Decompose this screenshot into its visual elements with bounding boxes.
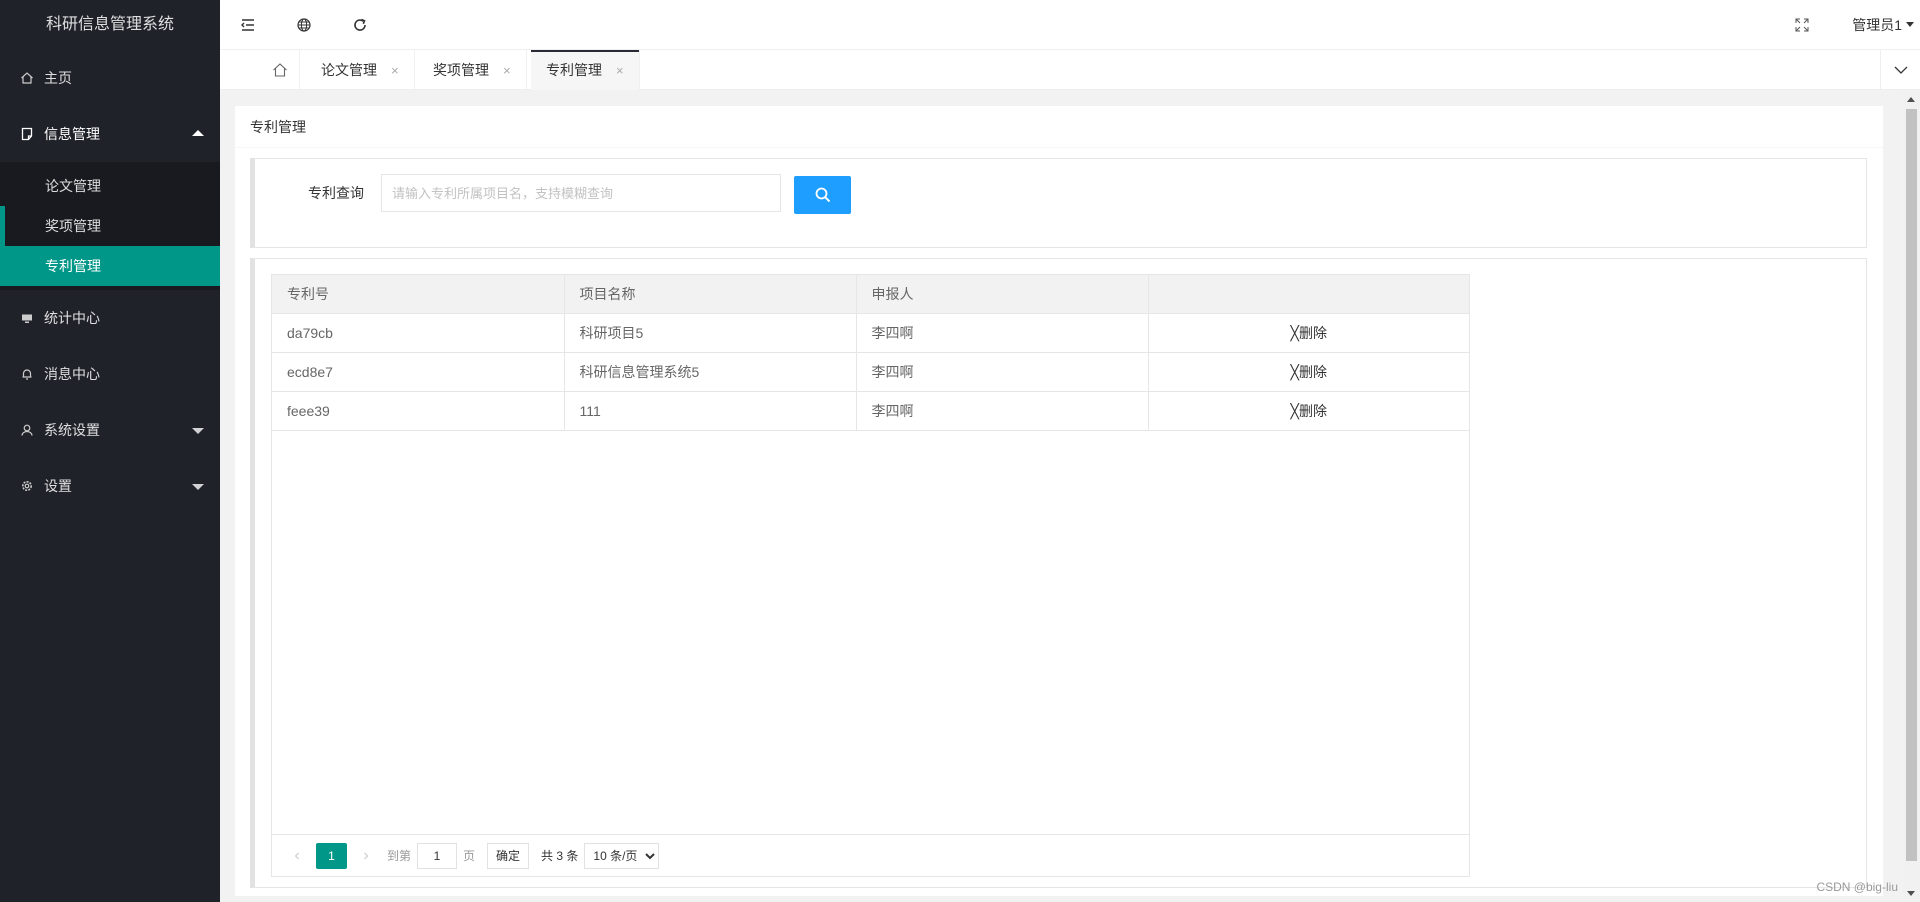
close-icon[interactable]: ×	[616, 63, 624, 78]
menu-toggle-button[interactable]	[220, 0, 276, 50]
fullscreen-button[interactable]	[1774, 0, 1830, 50]
tab-label: 专利管理	[546, 62, 602, 78]
delete-button[interactable]: ╳删除	[1291, 325, 1327, 341]
vertical-scrollbar[interactable]	[1903, 91, 1920, 902]
page-size-select[interactable]: 10 条/页	[584, 842, 660, 869]
scroll-thumb[interactable]	[1906, 109, 1917, 861]
page-number-current[interactable]: 1	[316, 842, 347, 869]
sidebar-item-label: 系统设置	[44, 422, 100, 438]
main-content: 专利管理 专利查询 专利号 项目名称 申报人	[220, 91, 1920, 902]
patent-card: 专利管理 专利查询 专利号 项目名称 申报人	[235, 106, 1883, 896]
cell-actions: ╳删除	[1148, 352, 1469, 392]
table-panel: 专利号 项目名称 申报人 da79cb 科研项目5 李四啊 ╳删除 ecd8e7…	[250, 258, 1867, 888]
sidebar-item-label: 消息中心	[44, 366, 100, 382]
monitor-icon	[20, 311, 34, 325]
goto-prefix: 到第	[387, 849, 412, 863]
user-menu[interactable]: 管理员1	[1852, 0, 1916, 50]
sidebar-item-label: 设置	[44, 478, 72, 494]
pagination: ‹ 1 › 到第 页 确定 共 3 条 10 条/页	[272, 834, 1469, 876]
tab-label: 论文管理	[321, 62, 377, 78]
caret-down-icon	[192, 428, 204, 434]
fullscreen-icon	[1795, 18, 1809, 32]
scroll-up-arrow[interactable]	[1907, 97, 1915, 102]
gear-icon	[20, 479, 34, 493]
cell-applicant: 李四啊	[856, 352, 1149, 392]
patent-table: 专利号 项目名称 申报人 da79cb 科研项目5 李四啊 ╳删除 ecd8e7…	[271, 274, 1470, 877]
sidebar-item-papers[interactable]: 论文管理	[0, 166, 220, 206]
user-icon	[20, 423, 34, 437]
tab-awards[interactable]: 奖项管理 ×	[418, 50, 527, 90]
cell-applicant: 李四啊	[856, 313, 1149, 353]
cell-project-name: 科研项目5	[564, 313, 857, 353]
sidebar-item-settings[interactable]: 设置	[0, 458, 220, 514]
tab-bar: 论文管理 × 奖项管理 × 专利管理 ×	[220, 50, 1920, 90]
next-page-button[interactable]: ›	[351, 847, 381, 865]
goto-confirm-button[interactable]: 确定	[487, 842, 530, 869]
cell-actions: ╳删除	[1148, 313, 1469, 353]
table-header-row: 专利号 项目名称 申报人	[272, 275, 1469, 314]
sidebar-item-label: 统计中心	[44, 310, 100, 326]
sidebar-item-awards[interactable]: 奖项管理	[0, 206, 220, 246]
cell-patent-no: feee39	[272, 391, 565, 431]
goto-suffix: 页	[463, 849, 476, 863]
top-header: 管理员1	[220, 0, 1920, 50]
prev-page-button[interactable]: ‹	[282, 847, 312, 865]
search-input[interactable]	[381, 174, 781, 212]
cell-patent-no: ecd8e7	[272, 352, 565, 392]
globe-icon	[297, 18, 311, 32]
search-button[interactable]	[794, 176, 851, 214]
table-row[interactable]: feee39 111 李四啊 ╳删除	[272, 391, 1469, 431]
search-panel: 专利查询	[250, 158, 1867, 248]
sidebar-item-system-settings[interactable]: 系统设置	[0, 402, 220, 458]
sidebar: 科研信息管理系统 主页 信息管理 论文管理 奖项管理 专利管理 统计中心 消息中…	[0, 0, 220, 902]
tabs-more-button[interactable]	[1880, 50, 1920, 90]
sidebar-item-info-management[interactable]: 信息管理	[0, 106, 220, 162]
cell-applicant: 李四啊	[856, 391, 1149, 431]
scroll-down-arrow[interactable]	[1907, 891, 1915, 896]
search-icon	[815, 187, 830, 203]
sidebar-item-statistics[interactable]: 统计中心	[0, 290, 220, 346]
table-row[interactable]: da79cb 科研项目5 李四啊 ╳删除	[272, 313, 1469, 353]
sidebar-item-patents[interactable]: 专利管理	[0, 246, 220, 286]
app-logo-title[interactable]: 科研信息管理系统	[0, 0, 220, 50]
watermark: CSDN @big-liu	[1816, 880, 1898, 894]
cell-project-name: 科研信息管理系统5	[564, 352, 857, 392]
home-icon	[20, 71, 34, 85]
table-row[interactable]: ecd8e7 科研信息管理系统5 李四啊 ╳删除	[272, 352, 1469, 392]
close-icon[interactable]: ×	[503, 63, 511, 78]
cell-project-name: 111	[564, 391, 857, 431]
chevron-down-icon	[1894, 66, 1907, 74]
column-header-patent-no[interactable]: 专利号	[272, 275, 565, 314]
website-button[interactable]	[276, 0, 332, 50]
delete-button[interactable]: ╳删除	[1291, 364, 1327, 380]
sidebar-item-label: 主页	[44, 70, 72, 86]
document-icon	[20, 127, 34, 141]
delete-button[interactable]: ╳删除	[1291, 403, 1327, 419]
sidebar-item-label: 信息管理	[44, 126, 100, 142]
menu-fold-icon	[241, 19, 254, 31]
caret-up-icon	[192, 130, 204, 136]
home-icon	[272, 63, 287, 77]
column-header-project-name[interactable]: 项目名称	[564, 275, 857, 314]
refresh-icon	[354, 18, 366, 31]
page-title: 专利管理	[235, 106, 1883, 148]
caret-down-icon	[192, 484, 204, 490]
search-label: 专利查询	[308, 185, 364, 201]
tab-home[interactable]	[260, 50, 300, 90]
tab-papers[interactable]: 论文管理 ×	[306, 50, 415, 90]
tab-label: 奖项管理	[433, 62, 489, 78]
column-header-applicant[interactable]: 申报人	[856, 275, 1149, 314]
cell-patent-no: da79cb	[272, 313, 565, 353]
total-count: 共 3 条	[541, 849, 579, 863]
sidebar-item-home[interactable]: 主页	[0, 50, 220, 106]
refresh-button[interactable]	[332, 0, 388, 50]
close-icon[interactable]: ×	[391, 63, 399, 78]
cell-actions: ╳删除	[1148, 391, 1469, 431]
bell-icon	[20, 367, 34, 381]
goto-page-input[interactable]	[417, 842, 458, 869]
sidebar-submenu: 论文管理 奖项管理 专利管理	[0, 162, 220, 290]
sidebar-item-messages[interactable]: 消息中心	[0, 346, 220, 402]
tab-patents[interactable]: 专利管理 ×	[531, 50, 640, 90]
column-header-actions	[1148, 275, 1469, 314]
